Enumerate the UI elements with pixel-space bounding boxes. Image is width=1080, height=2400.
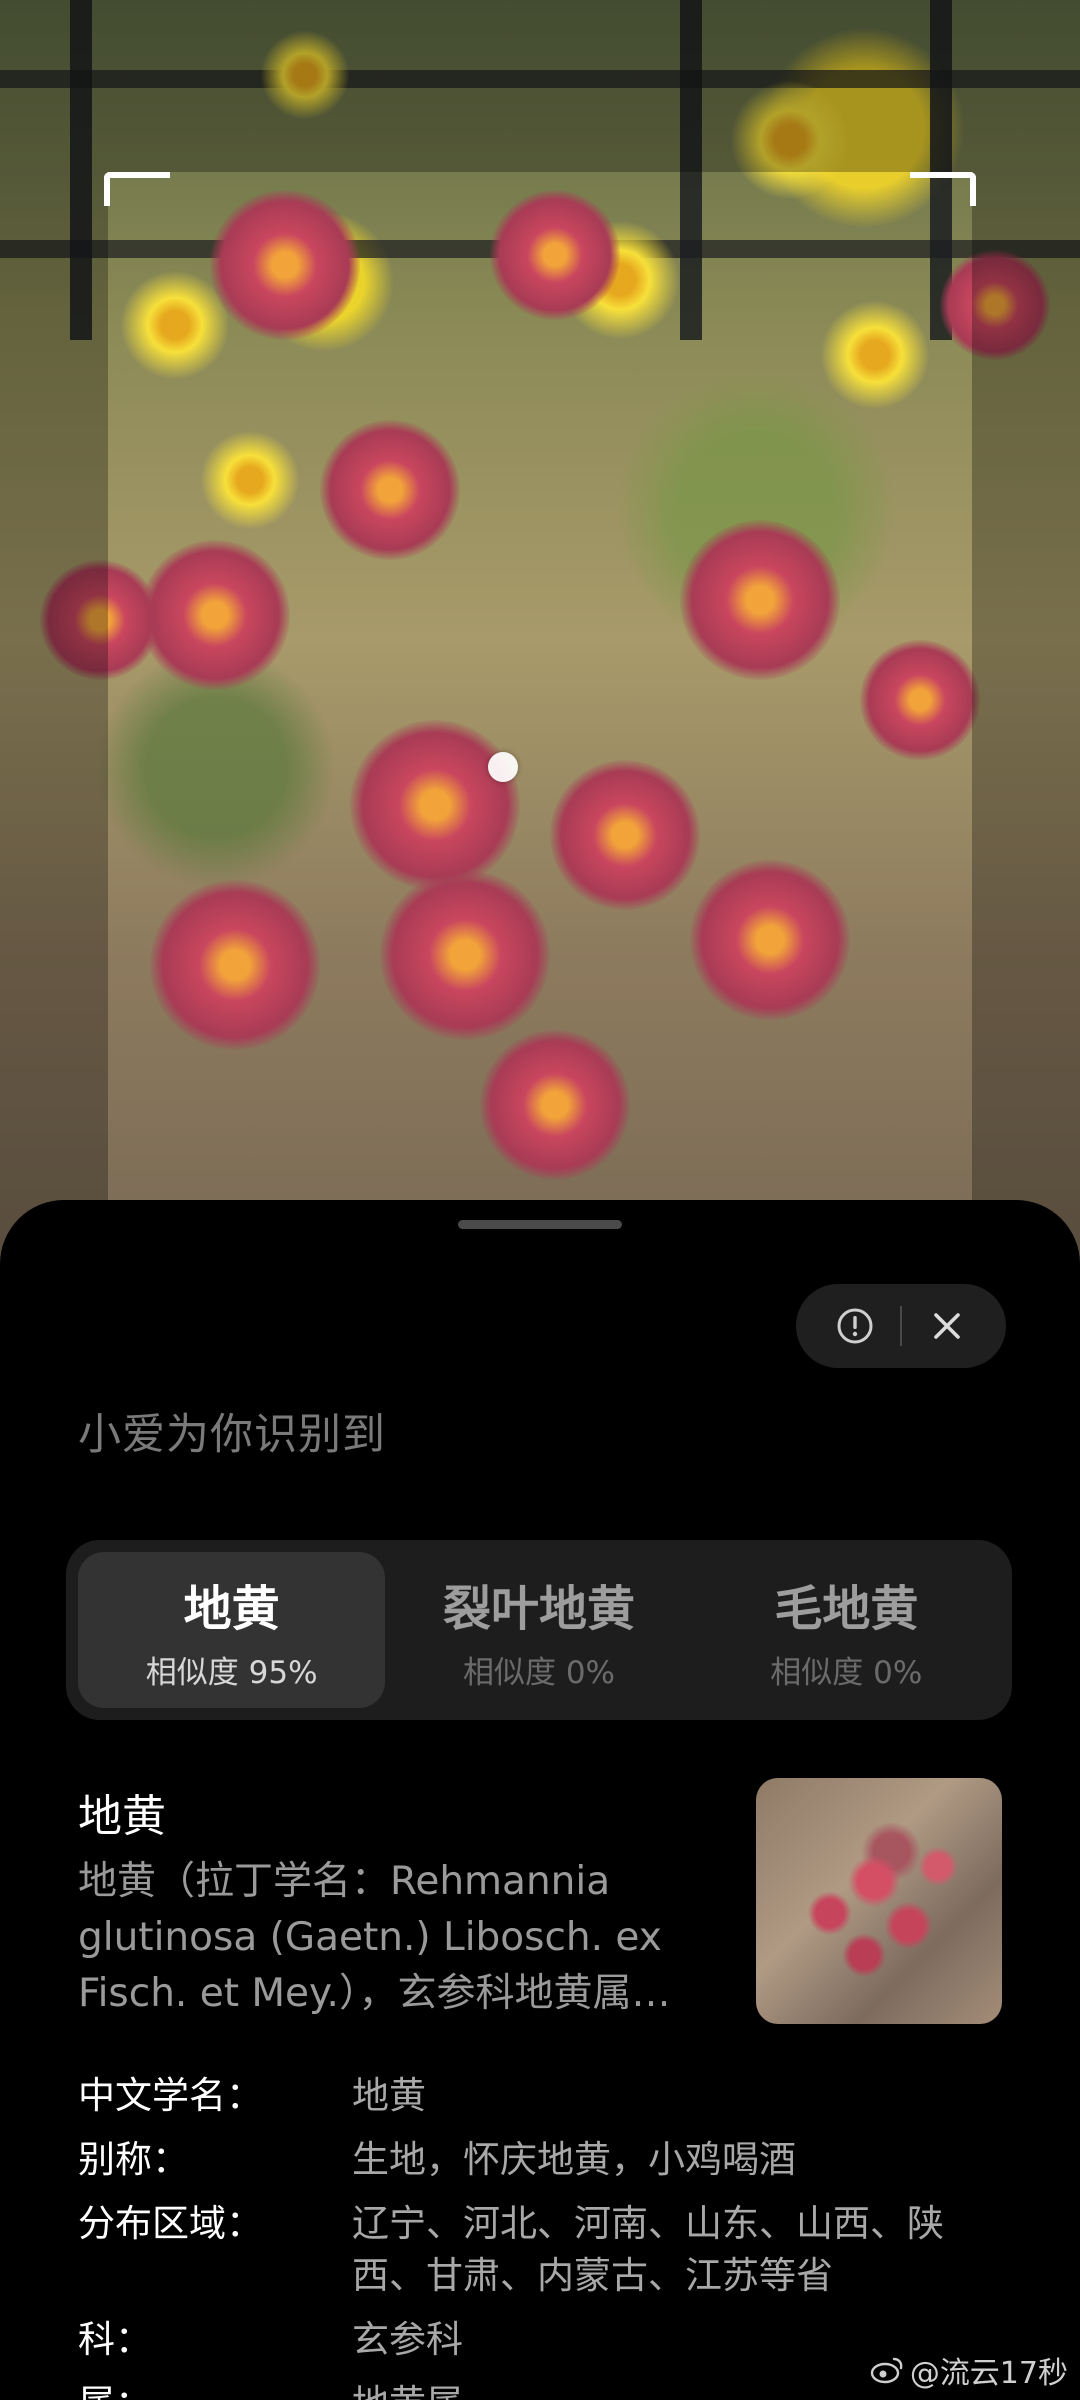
sheet-actions [796,1284,1006,1368]
candidate-similarity: 相似度 0% [770,1654,923,1691]
detail-label: 科： [78,2318,152,2361]
yellow-flower [820,300,930,410]
detail-value: 辽宁、河北、河南、山东、山西、陕西、甘肃、内蒙古、江苏等省 [352,2202,944,2297]
plant-details: 中文学名： 地黄 别称： 生地，怀庆地黄，小鸡喝酒 分布区域： 辽宁、河北、河南… [78,2070,1008,2400]
feedback-button[interactable] [827,1298,883,1354]
detail-row: 分布区域： 辽宁、河北、河南、山东、山西、陕西、甘肃、内蒙古、江苏等省 [78,2198,1008,2302]
pink-flower [140,540,290,690]
pink-flower [210,190,360,340]
pink-flower [680,520,840,680]
viewfinder-corner [910,172,976,206]
candidate-name: 裂叶地黄 [442,1580,635,1637]
close-icon [934,1313,961,1339]
candidate-tab-1[interactable]: 地黄 相似度 95% [78,1552,386,1708]
plant-thumbnail[interactable] [756,1778,1002,2024]
pink-flower [860,640,980,760]
exclamation-circle-icon [837,1308,873,1344]
detail-value: 生地，怀庆地黄，小鸡喝酒 [352,2138,796,2181]
detail-row: 属： 地黄属 [78,2378,1008,2400]
viewfinder-mask [0,0,108,1280]
detail-value: 地黄 [352,2074,426,2117]
pink-flower [350,720,520,890]
detail-label: 别称： [78,2138,189,2181]
close-button[interactable] [919,1298,975,1354]
pink-flower [690,860,850,1020]
yellow-flower [200,430,300,530]
plant-title: 地黄 [78,1791,166,1842]
pink-flower [320,420,460,560]
detail-label: 属： [78,2378,352,2400]
result-sheet: 小爱为你识别到 地黄 相似度 95% 裂叶地黄 相似度 0% 毛地黄 相似度 0… [0,1200,1080,2400]
detail-row: 科： 玄参科 [78,2314,1008,2366]
viewfinder-mask [108,0,972,172]
camera-preview [0,0,1080,1280]
candidate-similarity: 相似度 95% [145,1654,318,1691]
pink-flower [150,880,320,1050]
detail-row: 别称： 生地，怀庆地黄，小鸡喝酒 [78,2134,1008,2186]
pink-flower [490,190,620,320]
detail-label: 分布区域： [78,2202,263,2245]
sheet-drag-handle[interactable] [458,1220,622,1229]
viewfinder-mask [972,0,1080,1280]
candidate-tabs: 地黄 相似度 95% 裂叶地黄 相似度 0% 毛地黄 相似度 0% [66,1540,1012,1720]
watermark-text: @流云17秒 [909,2356,1068,2391]
watermark: @流云17秒 [870,2348,1068,2392]
divider [899,1306,902,1346]
plant-description[interactable]: 地黄（拉丁学名：Rehmannia glutinosa (Gaetn.) Lib… [78,1854,698,2022]
pink-flower [550,760,700,910]
viewfinder-corner [104,172,170,206]
candidate-tab-3[interactable]: 毛地黄 相似度 0% [693,1552,1000,1708]
candidate-similarity: 相似度 0% [462,1654,616,1691]
pink-flower [380,870,550,1040]
detail-row: 中文学名： 地黄 [78,2070,1008,2122]
focus-point[interactable] [488,752,518,782]
weibo-icon [870,2357,903,2384]
detail-label: 中文学名： [78,2074,263,2117]
pink-flower [480,1030,630,1180]
candidate-name: 地黄 [183,1580,280,1637]
candidate-tab-2[interactable]: 裂叶地黄 相似度 0% [385,1552,692,1708]
candidate-name: 毛地黄 [774,1580,919,1637]
recognition-heading: 小爱为你识别到 [78,1410,386,1460]
